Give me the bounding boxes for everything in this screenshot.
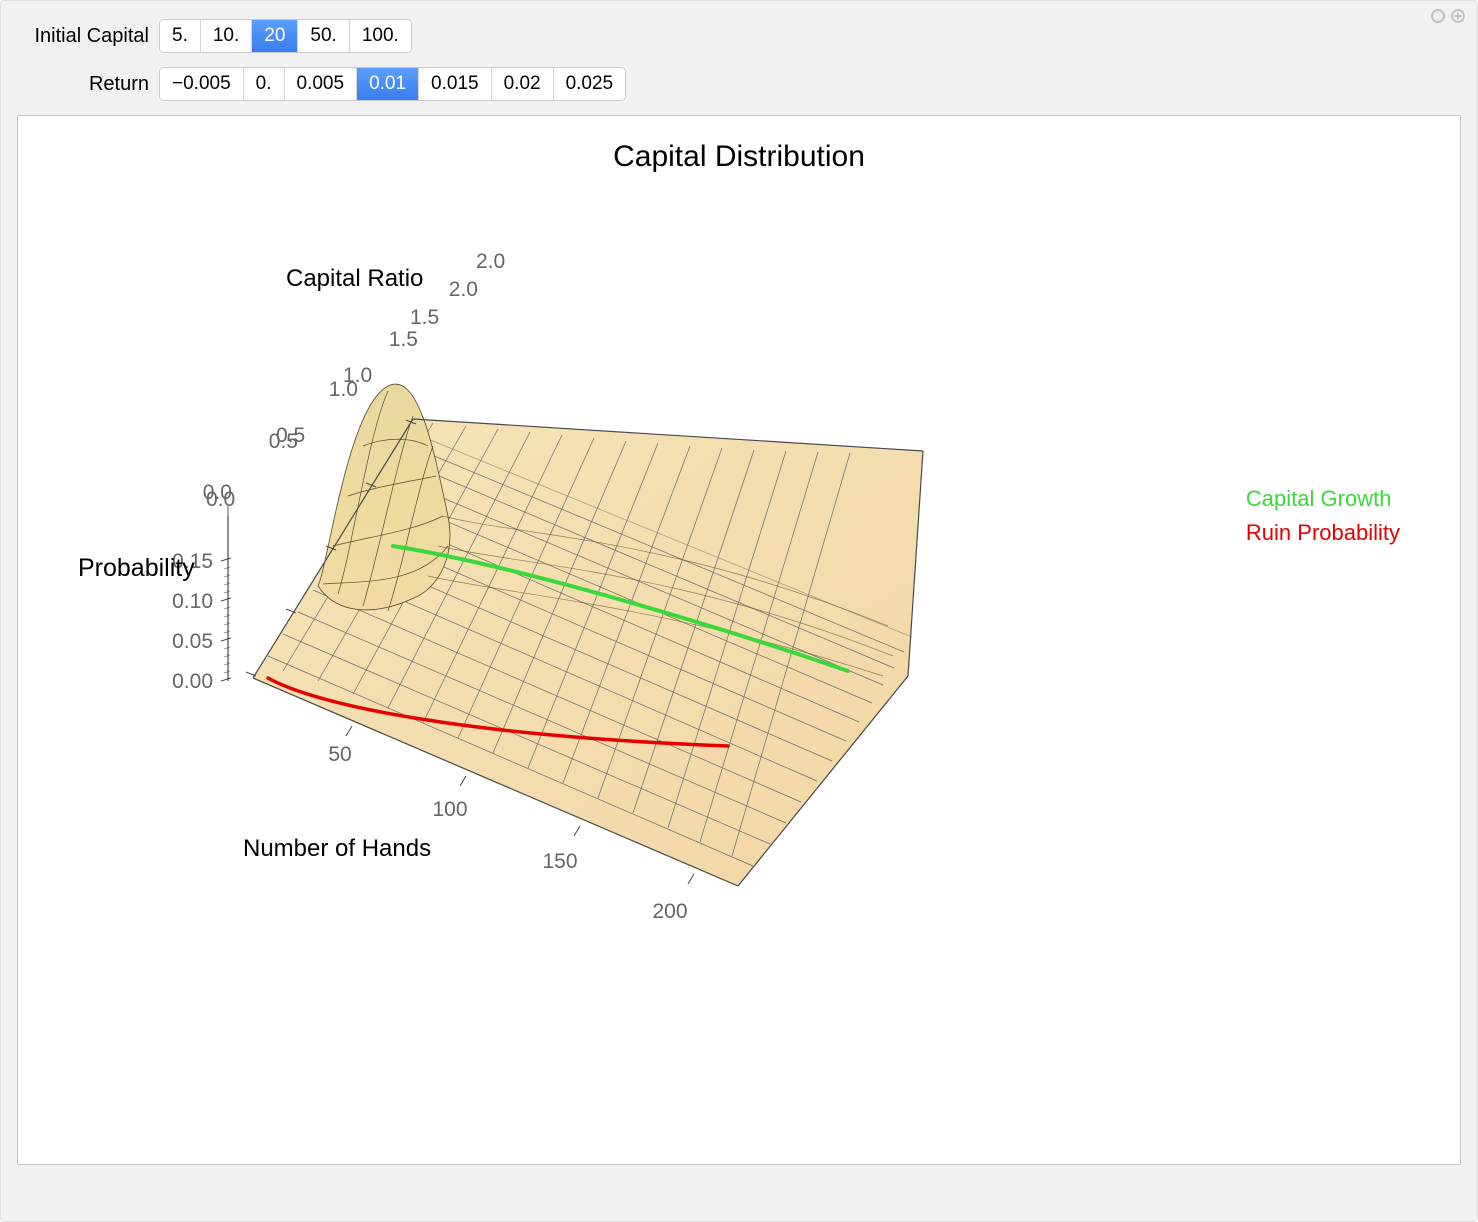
return-option[interactable]: 0.025 [554,68,626,100]
initial-capital-label: Initial Capital [27,25,159,48]
plus-icon[interactable] [1449,7,1467,25]
manipulate-panel: Initial Capital 5.10.2050.100. Return −0… [0,0,1478,1222]
y-tick-1: 0.5 [269,430,298,453]
control-initial-capital: Initial Capital 5.10.2050.100. [27,19,1477,53]
x-axis-label: Number of Hands [243,835,431,862]
initial-capital-setter[interactable]: 5.10.2050.100. [159,19,412,53]
initial-capital-option[interactable]: 20 [252,20,298,52]
return-option[interactable]: −0.005 [160,68,244,100]
plot-pane: Capital Distribution [17,115,1461,1165]
initial-capital-option[interactable]: 5. [160,20,201,52]
return-option[interactable]: 0.01 [357,68,419,100]
z-tick-0: 0.00 [172,670,213,693]
y-tick-0: 0.0 [203,481,232,504]
return-option[interactable]: 0.015 [419,68,492,100]
y-tick-2: 1.0 [329,378,358,401]
surface-peak [318,384,450,611]
initial-capital-option[interactable]: 10. [201,20,252,52]
z-tick-1: 0.05 [172,630,213,653]
x-tick-2: 150 [542,850,577,873]
initial-capital-option[interactable]: 50. [298,20,349,52]
legend-capital-growth: Capital Growth [1246,486,1400,512]
control-return: Return −0.0050.0.0050.010.0150.020.025 [27,67,1477,101]
z-tick-2: 0.10 [172,590,213,613]
panel-corner-controls [1429,7,1467,25]
refresh-icon[interactable] [1429,7,1447,25]
z-ticks [221,558,231,681]
plot-3d-surface[interactable]: 0.00 0.05 0.10 0.15 Probability 0.0 0.5 … [18,116,1458,1166]
y-tick-4: 2.0 [449,278,478,301]
return-label: Return [27,73,159,96]
initial-capital-option[interactable]: 100. [350,20,411,52]
return-option[interactable]: 0.02 [492,68,554,100]
return-option[interactable]: 0.005 [285,68,358,100]
legend-ruin-probability: Ruin Probability [1246,520,1400,546]
return-setter[interactable]: −0.0050.0.0050.010.0150.020.025 [159,67,626,101]
x-tick-0: 50 [328,743,351,766]
controls-area: Initial Capital 5.10.2050.100. Return −0… [1,1,1477,101]
x-tick-3: 200 [652,900,687,923]
y-axis-label: Capital Ratio [286,265,423,292]
z-axis-label: Probability [78,554,195,582]
legend: Capital Growth Ruin Probability [1246,486,1400,554]
y-tick-3: 1.5 [389,328,418,351]
x-tick-1: 100 [432,798,467,821]
return-option[interactable]: 0. [244,68,285,100]
